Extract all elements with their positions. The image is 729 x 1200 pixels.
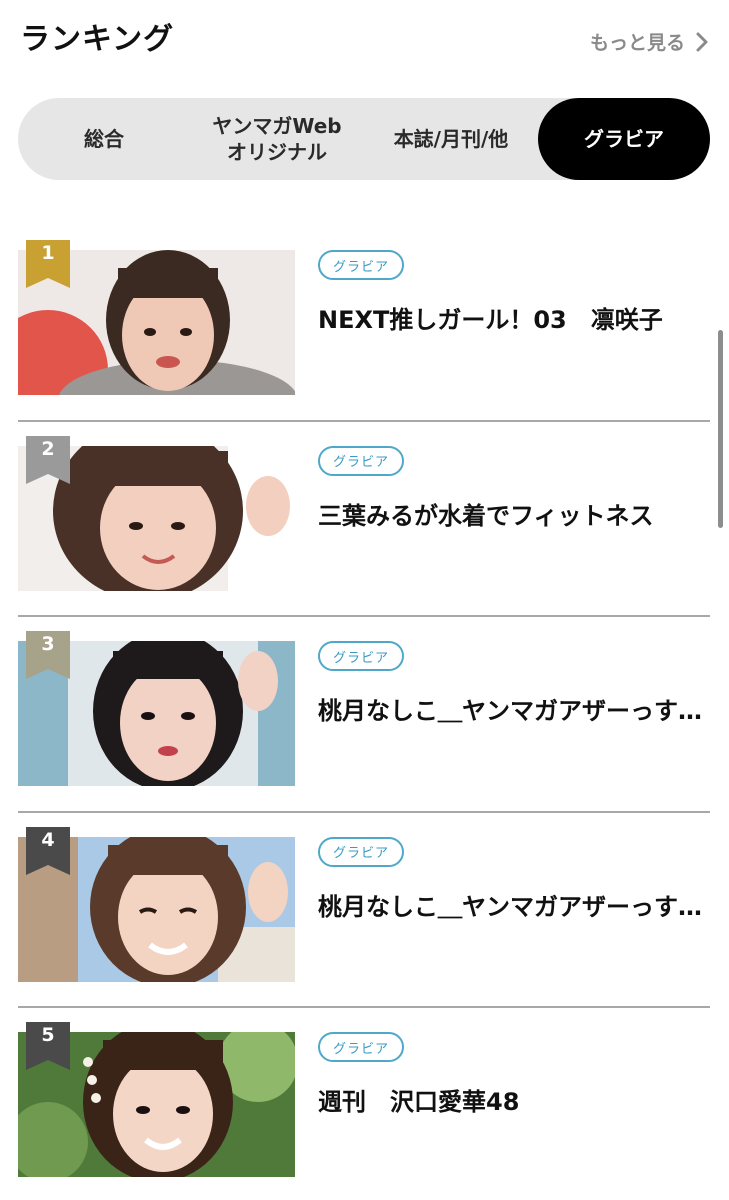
section-title: ランキング [20,22,175,57]
tab-overall[interactable]: 総合 [18,98,190,180]
ranking-item[interactable]: 1 グラビア NEXT推しガール！03 凛咲子 [18,226,710,422]
tab-magazine-monthly-other[interactable]: 本誌/月刊/他 [364,98,538,180]
see-more-label: もっと見る [589,32,685,54]
ranking-item[interactable]: 4 グラビア 桃月なしこ＿ヤンマガアザーっす… [18,813,710,1008]
category-tag: グラビア [318,1032,404,1062]
category-tag: グラビア [318,250,404,280]
chevron-right-icon [691,31,713,53]
rank-badge: 2 [26,435,70,484]
item-title: 週刊 沢口愛華48 [318,1088,520,1116]
tab-gravure[interactable]: グラビア [538,98,710,180]
scrollbar[interactable] [718,330,723,528]
rank-badge: 3 [26,631,70,679]
category-tag: グラビア [318,445,404,476]
tab-yanmaga-web-original[interactable]: ヤンマガWeb オリジナル [190,98,364,180]
rank-number: 5 [41,1024,55,1046]
category-tabs: 総合 ヤンマガWeb オリジナル 本誌/月刊/他 グラビア [18,98,710,180]
ranking-item[interactable]: 5 グラビア 週刊 沢口愛華48 [18,1008,710,1200]
rank-number: 1 [41,242,55,264]
ranking-item[interactable]: 2 グラビア 三葉みるが水着でフィットネス [18,422,710,617]
category-tag: グラビア [318,836,404,867]
tab-yanmaga-web-original-label: ヤンマガWeb オリジナル [212,114,342,164]
rank-number: 2 [41,437,55,460]
section-header: ランキング もっと見る [20,14,713,60]
rank-badge: 1 [26,240,70,288]
rank-badge: 5 [26,1022,70,1070]
ranking-list: 1 グラビア NEXT推しガール！03 凛咲子 2 グラビア 三葉みるが水着でフ… [18,226,710,1200]
see-more-link[interactable]: もっと見る [590,28,713,55]
item-title: 桃月なしこ＿ヤンマガアザーっす… [318,697,702,725]
rank-number: 3 [41,633,55,655]
rank-badge: 4 [26,826,70,875]
item-title: 三葉みるが水着でフィットネス [318,501,654,530]
category-tag: グラビア [318,641,404,671]
item-title: NEXT推しガール！03 凛咲子 [318,306,663,334]
rank-number: 4 [41,828,55,851]
item-title: 桃月なしこ＿ヤンマガアザーっす… [318,892,702,921]
ranking-item[interactable]: 3 グラビア 桃月なしこ＿ヤンマガアザーっす… [18,617,710,813]
